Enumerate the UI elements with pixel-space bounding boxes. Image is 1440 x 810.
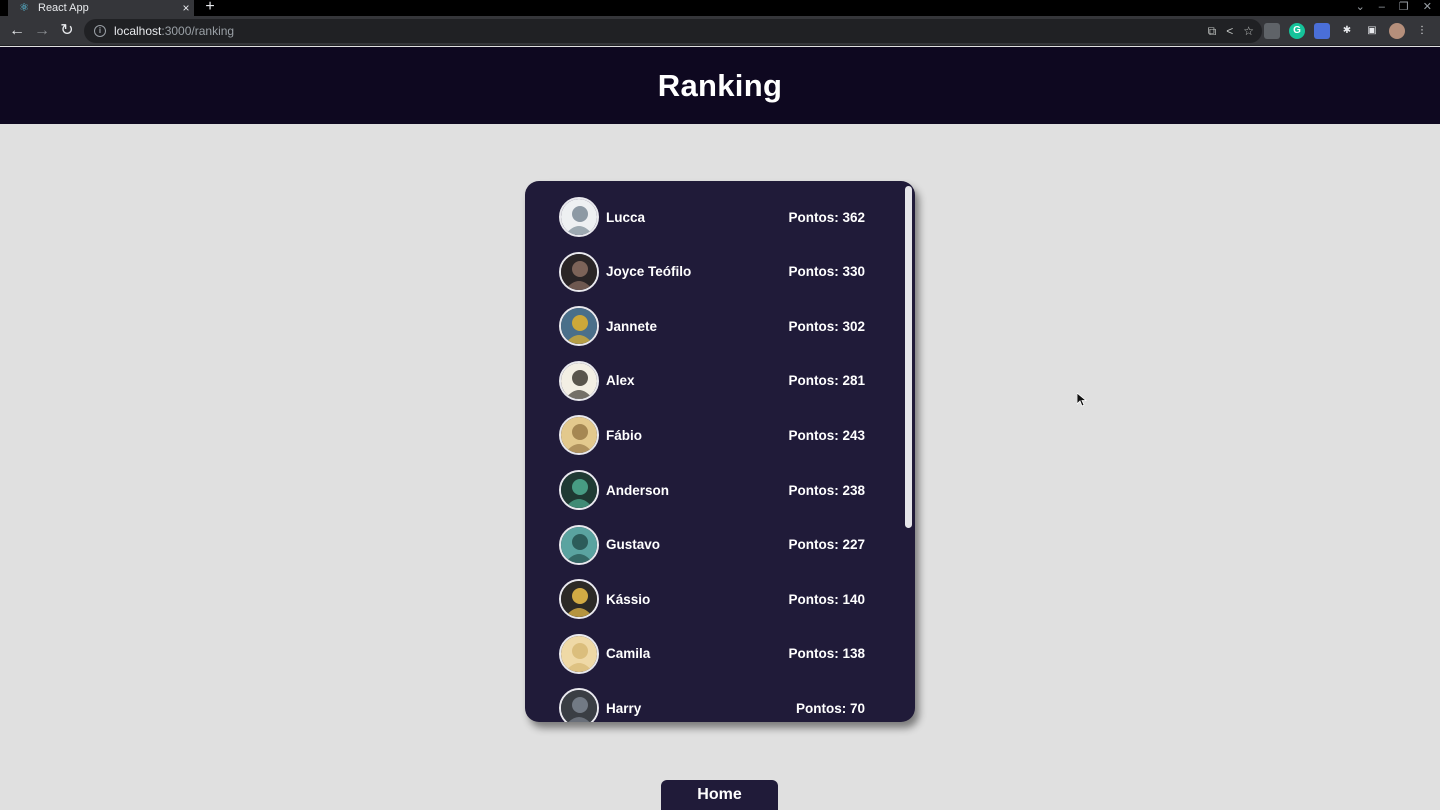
player-avatar [559,470,599,510]
ranking-row[interactable]: Anderson Pontos: 238 [559,469,865,511]
player-name: Harry [606,700,642,716]
side-panel-icon[interactable]: ▣ [1364,23,1380,39]
player-name: Kássio [606,591,651,607]
player-name: Jannete [606,318,658,334]
back-button[interactable]: ← [6,20,28,42]
player-avatar [559,415,599,456]
window-controls: ⌄ – ❐ ✕ [1356,0,1432,16]
player-avatar [559,251,599,292]
player-points: Pontos: 330 [788,264,865,280]
player-avatar [559,360,599,401]
player-name: Lucca [606,209,646,225]
extension-icons: G ✱ ▣ ⋮ [1264,23,1430,39]
restore-icon[interactable]: ❐ [1399,0,1409,16]
ranking-scrollbar-thumb[interactable] [905,186,912,528]
bookmark-star-icon[interactable]: ☆ [1243,22,1254,40]
browser-toolbar: ← → ↻ i localhost:3000/ranking ⧉ < ☆ G ✱… [0,16,1440,46]
profile-avatar-icon[interactable] [1389,23,1405,39]
ranking-row[interactable]: Lucca Pontos: 362 [559,196,865,238]
player-avatar [559,524,599,565]
player-name: Alex [606,373,635,389]
player-name: Joyce Teófilo [606,264,692,280]
player-avatar [559,579,599,620]
player-points: Pontos: 362 [788,209,865,225]
ranking-row[interactable]: Fábio Pontos: 243 [559,414,865,456]
player-name: Anderson [606,482,670,498]
forward-button[interactable]: → [31,20,53,42]
mouse-cursor-icon [1077,393,1087,407]
page-title: Ranking [657,67,783,103]
player-name: Camila [606,646,651,662]
translate-icon[interactable]: ⧉ [1208,22,1217,40]
ranking-row[interactable]: Harry Pontos: 70 [559,687,865,722]
tab-close-icon[interactable]: × [178,1,194,15]
browser-tabbar: ⚛ React App × + ⌄ – ❐ ✕ [0,0,1440,16]
ranking-row[interactable]: Gustavo Pontos: 227 [559,524,865,566]
player-points: Pontos: 140 [788,591,865,607]
extension-gray-icon[interactable] [1264,23,1280,39]
url-host: localhost [114,24,162,38]
ranking-row[interactable]: Joyce Teófilo Pontos: 330 [559,251,865,293]
omnibox-actions: ⧉ < ☆ [1208,22,1254,40]
player-avatar [559,306,599,347]
player-points: Pontos: 281 [788,373,865,389]
player-points: Pontos: 227 [788,537,865,553]
player-avatar [559,633,599,674]
new-tab-button[interactable]: + [202,0,218,16]
ranking-list[interactable]: Lucca Pontos: 362 Joyce Teófilo Pontos: 330… [525,181,901,722]
page-header: Ranking [0,47,1440,124]
react-favicon-icon: ⚛ [19,2,29,14]
tab-search-icon[interactable]: ⌄ [1356,0,1365,16]
browser-tab[interactable]: ⚛ React App × [8,0,194,16]
close-window-icon[interactable]: ✕ [1423,0,1432,16]
player-points: Pontos: 302 [788,318,865,334]
reload-button[interactable]: ↻ [56,20,78,42]
share-icon[interactable]: < [1226,22,1233,40]
home-button[interactable]: Home [661,780,778,810]
address-bar[interactable]: i localhost:3000/ranking ⧉ < ☆ [84,19,1262,43]
site-info-icon[interactable]: i [94,25,106,37]
url-path: :3000/ranking [161,24,235,38]
ranking-scrollbar[interactable] [901,181,915,722]
player-points: Pontos: 138 [788,646,865,662]
minimize-icon[interactable]: – [1379,0,1385,16]
ranking-card[interactable]: Lucca Pontos: 362 Joyce Teófilo Pontos: 330… [525,181,915,722]
player-avatar [559,197,599,237]
ranking-row[interactable]: Jannete Pontos: 302 [559,305,865,347]
translate-extension-icon[interactable] [1314,23,1330,39]
extensions-puzzle-icon[interactable]: ✱ [1339,23,1355,39]
ranking-row[interactable]: Alex Pontos: 281 [559,360,865,402]
ranking-row[interactable]: Camila Pontos: 138 [559,633,865,675]
player-avatar [559,688,599,722]
player-points: Pontos: 238 [788,482,865,498]
grammarly-extension-icon[interactable]: G [1289,23,1305,39]
player-points: Pontos: 70 [795,700,865,716]
player-name: Gustavo [606,537,661,553]
browser-menu-icon[interactable]: ⋮ [1414,23,1430,39]
ranking-row[interactable]: Kássio Pontos: 140 [559,578,865,620]
player-name: Fábio [606,427,642,443]
player-points: Pontos: 243 [788,427,865,443]
tab-title: React App [38,2,89,14]
